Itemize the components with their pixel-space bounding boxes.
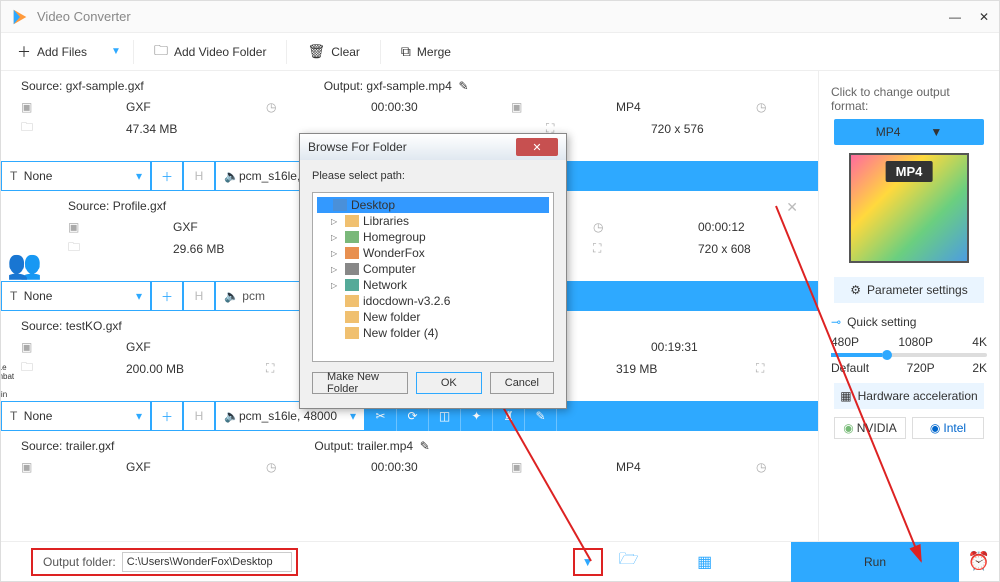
bottom-bar: Output folder: ▼ 🗁 ▦ Run ⏰ (1, 541, 999, 581)
tree-item[interactable]: ▷Network (317, 277, 549, 293)
minimize-icon[interactable]: — (949, 10, 961, 24)
settings-icon: ⚙ (850, 283, 861, 297)
open-output-icon[interactable]: ▦ (687, 548, 723, 576)
tree-item[interactable]: New folder (317, 309, 549, 325)
parameter-settings-button[interactable]: ⚙Parameter settings (834, 277, 984, 303)
add-video-folder-button[interactable]: 🗀Add Video Folder (138, 33, 283, 70)
hardware-acceleration-button[interactable]: ▦Hardware acceleration (834, 383, 984, 409)
subtitle-selector[interactable]: T None▾ (1, 401, 151, 431)
add-subtitle-button[interactable]: ＋ (151, 161, 183, 191)
quick-setting-label: ⊸Quick setting (831, 315, 987, 329)
video-thumbnail[interactable]: 👥 (1, 191, 48, 281)
nvidia-button[interactable]: ◉NVIDIA (834, 417, 906, 439)
hd-button[interactable]: H (183, 161, 215, 191)
output-folder-label: Output folder: (37, 555, 122, 569)
output-folder-input[interactable] (122, 552, 292, 572)
tree-item-desktop[interactable]: Desktop (317, 197, 549, 213)
title-bar: Video Converter — ✕ (1, 1, 999, 33)
hd-button[interactable]: H (183, 281, 215, 311)
add-files-dropdown-icon[interactable]: ▼ (103, 46, 129, 57)
source-size: 🗀47.34 MB (21, 118, 226, 139)
tree-item[interactable]: ▷Homegroup (317, 229, 549, 245)
browse-folder-dialog: Browse For Folder ✕ Please select path: … (299, 133, 567, 409)
format-preview-icon[interactable] (849, 153, 969, 263)
format-hint: Click to change output format: (831, 85, 987, 113)
list-item: Source: trailer.gxf Output: trailer.mp4 … (1, 431, 818, 481)
subtitle-selector[interactable]: T None▾ (1, 161, 151, 191)
output-format: ▣MP4 (511, 100, 716, 114)
dialog-prompt: Please select path: (312, 170, 554, 182)
hd-button[interactable]: H (183, 401, 215, 431)
output-duration: ◷00:00:30 (756, 100, 819, 114)
source-label: Source: testKO.gxf (21, 319, 122, 336)
tree-item[interactable]: idocdown-v3.2.6 (317, 293, 549, 309)
output-label: Output: gxf-sample.mp4 ✎ (324, 79, 469, 96)
output-dim: ⛶720 x 576 (546, 118, 751, 139)
tree-item[interactable]: ▷Libraries (317, 213, 549, 229)
intel-button[interactable]: ◉Intel (912, 417, 984, 439)
tree-item[interactable]: New folder (4) (317, 325, 549, 341)
output-folder-control: Output folder: (31, 548, 298, 576)
main-toolbar: ＋Add Files ▼ 🗀Add Video Folder 🗑Clear ⧉M… (1, 33, 999, 71)
resolution-slider[interactable]: 480P1080P4K Default720P2K (831, 335, 987, 375)
run-button[interactable]: Run (791, 542, 959, 582)
source-format: ▣GXF (21, 100, 226, 114)
app-logo-icon (11, 8, 29, 26)
add-subtitle-button[interactable]: ＋ (151, 401, 183, 431)
cancel-button[interactable]: Cancel (490, 372, 554, 394)
ok-button[interactable]: OK (416, 372, 482, 394)
open-folder-icon[interactable]: 🗁 (611, 548, 647, 576)
source-label: Source: Profile.gxf (68, 199, 166, 216)
dialog-close-button[interactable]: ✕ (516, 138, 558, 156)
output-format-panel: Click to change output format: MP4▼ ⚙Par… (819, 71, 999, 541)
subtitle-selector[interactable]: T None▾ (1, 281, 151, 311)
output-folder-dropdown[interactable]: ▼ (573, 548, 603, 576)
edit-output-icon[interactable]: ✎ (458, 79, 468, 93)
output-format-selector[interactable]: MP4▼ (834, 119, 984, 145)
dialog-title-bar: Browse For Folder ✕ (300, 134, 566, 160)
chip-icon: ▦ (840, 389, 851, 403)
merge-button[interactable]: ⧉Merge (385, 33, 467, 70)
add-subtitle-button[interactable]: ＋ (151, 281, 183, 311)
source-label: Source: gxf-sample.gxf (21, 79, 144, 96)
tree-item[interactable]: ▷Computer (317, 261, 549, 277)
make-new-folder-button[interactable]: Make New Folder (312, 372, 408, 394)
alarm-icon[interactable]: ⏰ (959, 542, 999, 582)
close-icon[interactable]: ✕ (979, 10, 989, 24)
source-duration: ◷00:00:30 (266, 100, 471, 114)
tree-item[interactable]: ▷WonderFox (317, 245, 549, 261)
clear-button[interactable]: 🗑Clear (291, 33, 375, 70)
remove-item-icon[interactable]: ✕ (786, 199, 798, 216)
window-title: Video Converter (37, 9, 131, 24)
add-files-button[interactable]: ＋Add Files (1, 33, 103, 70)
window-controls: — ✕ (949, 10, 989, 24)
folder-tree[interactable]: Desktop ▷Libraries ▷Homegroup ▷WonderFox… (312, 192, 554, 362)
